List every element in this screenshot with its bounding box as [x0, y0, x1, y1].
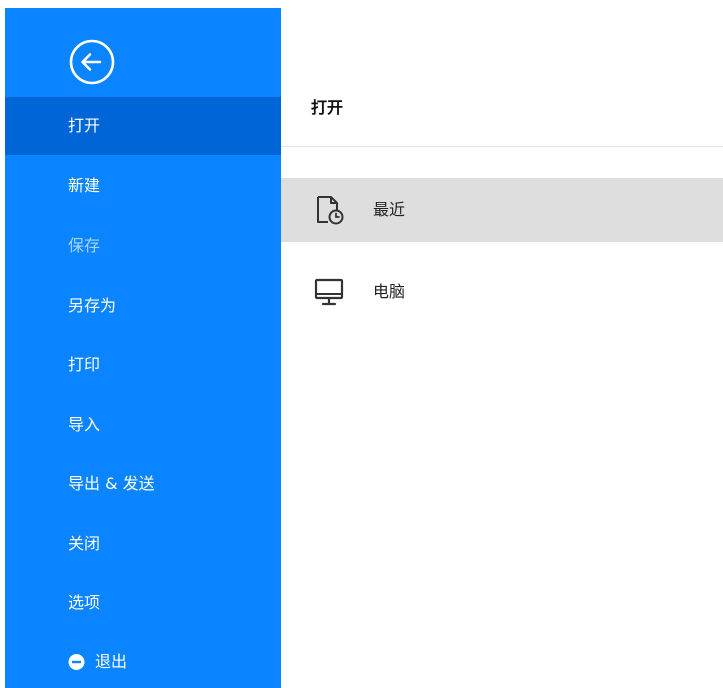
open-panel: 打开 最近 电脑	[281, 8, 723, 688]
sidebar-item-label: 打开	[68, 116, 101, 135]
divider	[281, 146, 723, 147]
recent-document-clock-icon	[312, 193, 346, 227]
sidebar-item-label: 导出 & 发送	[68, 474, 155, 493]
sidebar-item-label: 导入	[68, 415, 101, 434]
location-recent[interactable]: 最近	[281, 178, 723, 242]
sidebar-item-label: 退出	[95, 652, 128, 671]
sidebar-item-print[interactable]: 打印	[5, 336, 281, 394]
monitor-icon	[312, 275, 346, 309]
sidebar-item-new[interactable]: 新建	[5, 157, 281, 215]
sidebar-item-label: 另存为	[68, 296, 117, 315]
sidebar-item-exit[interactable]: 退出	[5, 633, 281, 688]
sidebar-item-label: 关闭	[68, 534, 101, 553]
location-label: 最近	[373, 200, 406, 219]
sidebar-item-options[interactable]: 选项	[5, 574, 281, 632]
sidebar: 打开 新建 保存 另存为 打印 导入 导出 & 发送 关闭 选项 退出	[5, 8, 281, 688]
minus-circle-icon	[68, 654, 85, 671]
sidebar-item-close[interactable]: 关闭	[5, 515, 281, 573]
location-computer[interactable]: 电脑	[281, 260, 723, 324]
sidebar-item-open[interactable]: 打开	[5, 97, 281, 155]
sidebar-item-save-as[interactable]: 另存为	[5, 277, 281, 335]
sidebar-item-import[interactable]: 导入	[5, 396, 281, 454]
back-button[interactable]	[67, 38, 117, 86]
sidebar-item-export-send[interactable]: 导出 & 发送	[5, 455, 281, 513]
sidebar-item-label: 打印	[68, 355, 101, 374]
location-label: 电脑	[373, 282, 406, 301]
sidebar-item-label: 新建	[68, 176, 101, 195]
arrow-left-circle-icon	[69, 39, 115, 85]
file-backstage-window: 打开 新建 保存 另存为 打印 导入 导出 & 发送 关闭 选项 退出 打开 最…	[0, 0, 723, 688]
sidebar-item-save[interactable]: 保存	[5, 217, 281, 275]
page-title: 打开	[311, 98, 344, 117]
sidebar-item-label: 选项	[68, 593, 101, 612]
sidebar-item-label: 保存	[68, 236, 101, 255]
